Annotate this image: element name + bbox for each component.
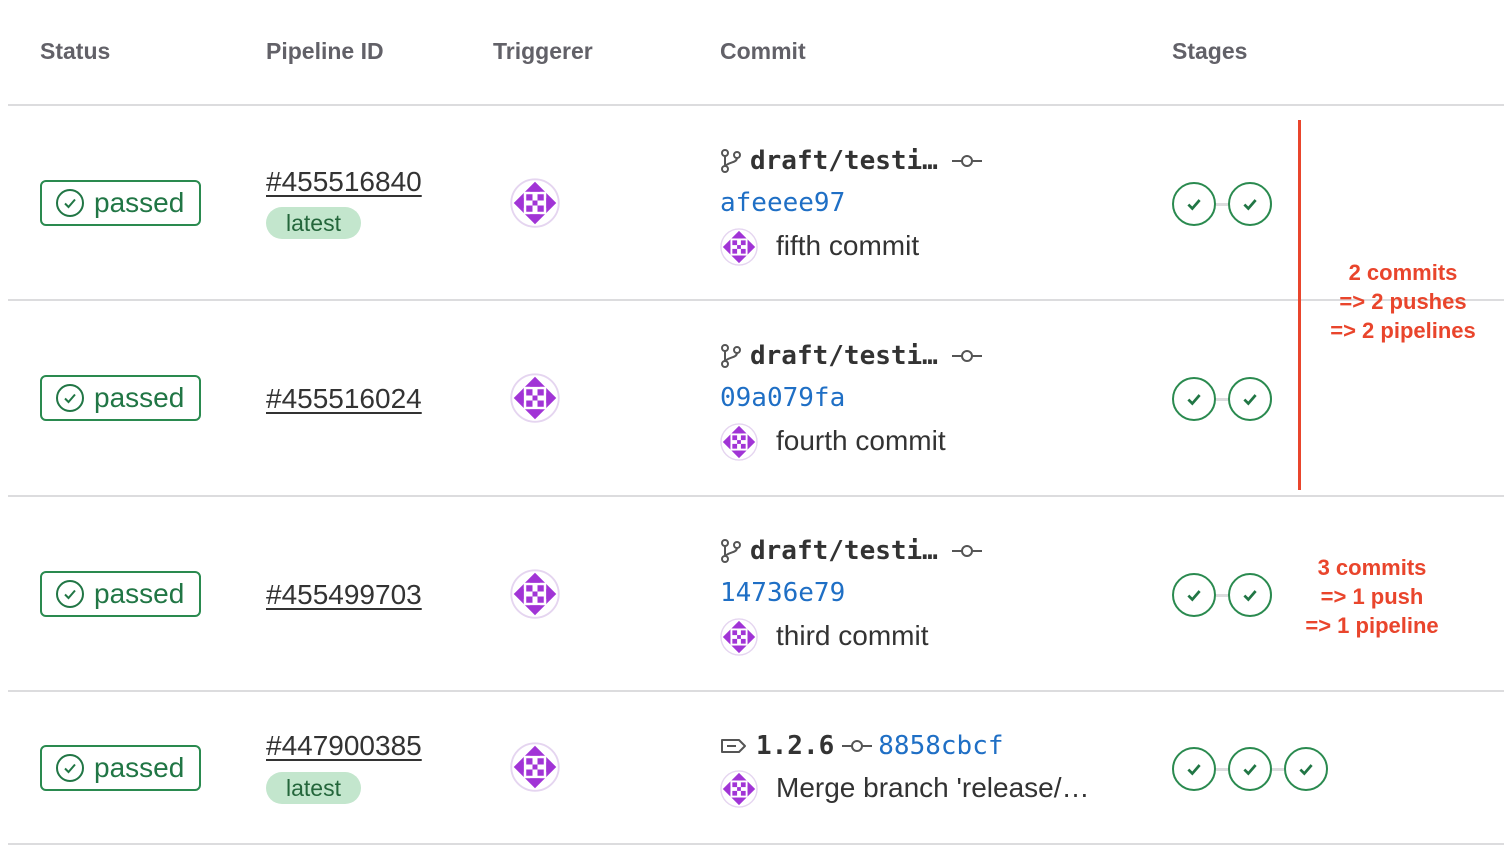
annotation-line: => 1 pipeline [1305, 613, 1439, 638]
stages-group [1172, 573, 1272, 617]
check-icon [56, 189, 84, 217]
commit-icon [842, 738, 873, 754]
commit-icon [951, 153, 982, 169]
branch-name-link[interactable]: draft/testi… [750, 536, 938, 566]
annotation-two-pipelines: 2 commits => 2 pushes => 2 pipelines [1308, 258, 1498, 345]
commit-icon [951, 543, 982, 559]
author-avatar[interactable] [720, 228, 758, 266]
table-row: passed #455499703 draft/testi… 14736e79 … [0, 497, 1504, 690]
stages-group [1172, 182, 1272, 226]
stage-connector [1216, 202, 1228, 206]
latest-badge: latest [266, 772, 361, 804]
stage-success-icon[interactable] [1228, 182, 1272, 226]
stage-connector [1216, 397, 1228, 401]
stage-success-icon[interactable] [1228, 747, 1272, 791]
pipeline-id-link[interactable]: #455516024 [266, 383, 422, 415]
check-icon [56, 384, 84, 412]
annotation-line: => 2 pushes [1339, 289, 1467, 314]
triggerer-avatar[interactable] [510, 373, 560, 423]
stage-connector [1216, 767, 1228, 771]
tag-icon [720, 736, 748, 756]
pipeline-id-link[interactable]: #447900385 [266, 730, 422, 762]
header-stages[interactable]: Stages [1172, 38, 1247, 65]
stage-connector [1272, 767, 1284, 771]
commit-message-link[interactable]: fourth commit [776, 425, 946, 457]
header-triggerer[interactable]: Triggerer [493, 38, 593, 65]
pipeline-id-link[interactable]: #455499703 [266, 579, 422, 611]
header-pipeline-id[interactable]: Pipeline ID [266, 38, 384, 65]
table-row: passed #455516024 draft/testi… 09a079fa … [0, 301, 1504, 495]
table-row: passed #455516840 latest draft/testi… af… [0, 106, 1504, 299]
status-label: passed [94, 382, 185, 413]
stage-success-icon[interactable] [1172, 573, 1216, 617]
commit-message-link[interactable]: fifth commit [776, 230, 919, 262]
identicon-icon [720, 423, 758, 461]
identicon-icon [720, 618, 758, 656]
table-header: Status Pipeline ID Triggerer Commit Stag… [0, 0, 1504, 104]
identicon-icon [510, 373, 560, 423]
annotation-line: => 1 push [1320, 584, 1424, 609]
commit-icon [951, 348, 982, 364]
branch-icon [720, 344, 742, 368]
commit-ref: draft/testi… [720, 339, 982, 373]
commit-ref: 1.2.6 8858cbcf [720, 729, 1004, 763]
annotation-line: => 2 pipelines [1330, 318, 1476, 343]
status-label: passed [94, 578, 185, 609]
pipeline-id-link[interactable]: #455516840 [266, 166, 422, 198]
commit-message-link[interactable]: third commit [776, 620, 928, 652]
status-badge[interactable]: passed [40, 375, 201, 421]
latest-badge: latest [266, 207, 361, 239]
triggerer-avatar[interactable] [510, 178, 560, 228]
stage-success-icon[interactable] [1228, 573, 1272, 617]
status-label: passed [94, 752, 185, 783]
stage-success-icon[interactable] [1228, 377, 1272, 421]
branch-icon [720, 149, 742, 173]
commit-message-link[interactable]: Merge branch 'release/… [776, 772, 1090, 804]
annotation-bracket-line [1298, 120, 1301, 490]
row-divider [8, 843, 1504, 845]
stages-group [1172, 747, 1328, 791]
stage-success-icon[interactable] [1172, 182, 1216, 226]
author-avatar[interactable] [720, 618, 758, 656]
branch-icon [720, 539, 742, 563]
stage-success-icon[interactable] [1172, 747, 1216, 791]
author-avatar[interactable] [720, 423, 758, 461]
tag-name-link[interactable]: 1.2.6 [756, 731, 834, 761]
identicon-icon [510, 178, 560, 228]
status-badge[interactable]: passed [40, 745, 201, 791]
triggerer-avatar[interactable] [510, 569, 560, 619]
identicon-icon [720, 770, 758, 808]
identicon-icon [720, 228, 758, 266]
commit-ref: draft/testi… [720, 534, 982, 568]
commit-ref: draft/testi… [720, 144, 982, 178]
branch-name-link[interactable]: draft/testi… [750, 146, 938, 176]
commit-sha-link[interactable]: 8858cbcf [878, 731, 1003, 761]
commit-sha-link[interactable]: afeeee97 [720, 188, 845, 218]
identicon-icon [510, 569, 560, 619]
stages-group [1172, 377, 1272, 421]
check-icon [56, 754, 84, 782]
annotation-one-pipeline: 3 commits => 1 push => 1 pipeline [1284, 553, 1460, 640]
annotation-line: 3 commits [1317, 555, 1427, 580]
stage-success-icon[interactable] [1284, 747, 1328, 791]
identicon-icon [510, 742, 560, 792]
triggerer-avatar[interactable] [510, 742, 560, 792]
commit-sha-link[interactable]: 14736e79 [720, 578, 845, 608]
status-label: passed [94, 187, 185, 218]
author-avatar[interactable] [720, 770, 758, 808]
header-status[interactable]: Status [40, 38, 110, 65]
status-badge[interactable]: passed [40, 180, 201, 226]
stage-success-icon[interactable] [1172, 377, 1216, 421]
header-commit[interactable]: Commit [720, 38, 806, 65]
status-badge[interactable]: passed [40, 571, 201, 617]
branch-name-link[interactable]: draft/testi… [750, 341, 938, 371]
commit-sha-link[interactable]: 09a079fa [720, 383, 845, 413]
table-row: passed #447900385 latest 1.2.6 8858cbcf … [0, 692, 1504, 843]
annotation-line: 2 commits [1348, 260, 1458, 285]
stage-connector [1216, 593, 1228, 597]
check-icon [56, 580, 84, 608]
